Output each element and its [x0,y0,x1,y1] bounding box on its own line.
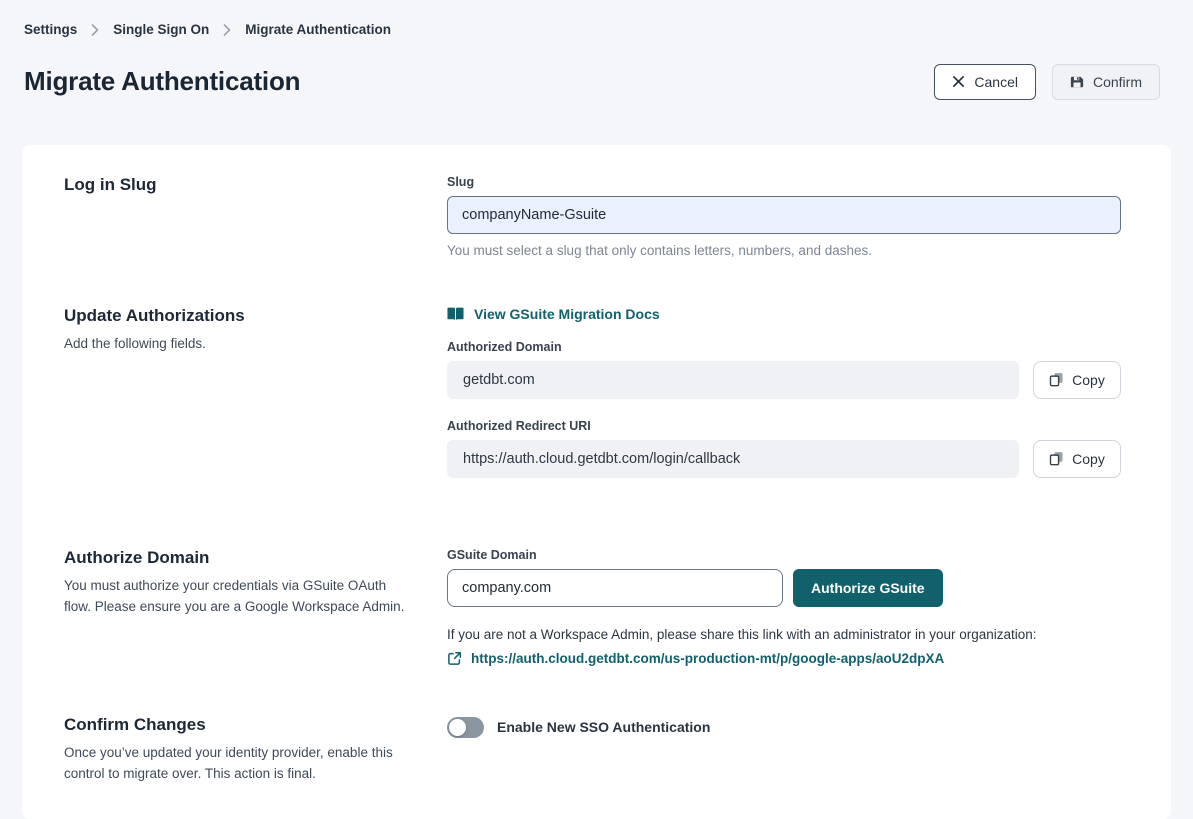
cancel-button[interactable]: Cancel [934,64,1036,100]
workspace-admin-note: If you are not a Workspace Admin, please… [447,627,1121,642]
update-authorizations-heading: Update Authorizations [64,306,411,326]
cancel-button-label: Cancel [974,74,1018,90]
section-login-slug: Log in Slug Slug You must select a slug … [64,175,1121,258]
copy-button-label: Copy [1072,372,1105,388]
external-link-icon [447,651,462,666]
header-actions: Cancel Confirm [934,64,1160,100]
slug-input[interactable] [447,196,1121,234]
save-icon [1070,75,1084,89]
admin-share-link[interactable]: https://auth.cloud.getdbt.com/us-product… [447,651,944,666]
authorized-domain-label: Authorized Domain [447,340,1121,354]
copy-authorized-domain-button[interactable]: Copy [1033,361,1121,399]
authorized-redirect-uri-value: https://auth.cloud.getdbt.com/login/call… [447,440,1019,478]
gsuite-domain-input[interactable] [447,569,783,607]
section-update-authorizations: Update Authorizations Add the following … [64,306,1121,498]
enable-sso-toggle[interactable] [447,717,484,738]
breadcrumb-settings[interactable]: Settings [24,22,77,37]
authorize-domain-heading: Authorize Domain [64,548,411,568]
chevron-right-icon [223,24,231,36]
breadcrumb: Settings Single Sign On Migrate Authenti… [0,0,1193,37]
authorized-redirect-uri-label: Authorized Redirect URI [447,419,1121,433]
confirm-changes-heading: Confirm Changes [64,715,411,735]
breadcrumb-single-sign-on[interactable]: Single Sign On [113,22,209,37]
update-authorizations-description: Add the following fields. [64,334,409,355]
authorized-redirect-uri-block: Authorized Redirect URI https://auth.clo… [447,419,1121,478]
enable-sso-toggle-label: Enable New SSO Authentication [497,719,710,735]
book-icon [447,307,464,321]
copy-redirect-uri-button[interactable]: Copy [1033,440,1121,478]
slug-field-label: Slug [447,175,1121,189]
migrate-authentication-card: Log in Slug Slug You must select a slug … [22,145,1171,819]
confirm-changes-description: Once you’ve updated your identity provid… [64,743,409,785]
copy-button-label: Copy [1072,451,1105,467]
authorize-domain-description: You must authorize your credentials via … [64,576,409,618]
copy-icon [1049,451,1064,466]
chevron-right-icon [91,24,99,36]
authorized-domain-block: Authorized Domain getdbt.com Copy [447,340,1121,399]
authorize-gsuite-button[interactable]: Authorize GSuite [793,569,943,607]
confirm-button[interactable]: Confirm [1052,64,1160,100]
copy-icon [1049,372,1064,387]
close-icon [952,75,965,88]
breadcrumb-migrate-authentication: Migrate Authentication [245,22,391,37]
toggle-knob [449,719,466,736]
section-confirm-changes: Confirm Changes Once you’ve updated your… [64,715,1121,785]
section-authorize-domain: Authorize Domain You must authorize your… [64,548,1121,671]
slug-helper-text: You must select a slug that only contain… [447,243,1121,258]
page-title: Migrate Authentication [24,66,300,97]
gsuite-migration-docs-link[interactable]: View GSuite Migration Docs [447,306,660,322]
admin-share-link-label: https://auth.cloud.getdbt.com/us-product… [471,651,944,666]
confirm-button-label: Confirm [1093,74,1142,90]
page-header: Migrate Authentication Cancel Confirm [0,37,1193,115]
gsuite-migration-docs-link-label: View GSuite Migration Docs [474,306,660,322]
authorized-domain-value: getdbt.com [447,361,1019,399]
login-slug-heading: Log in Slug [64,175,411,195]
gsuite-domain-label: GSuite Domain [447,548,1121,562]
